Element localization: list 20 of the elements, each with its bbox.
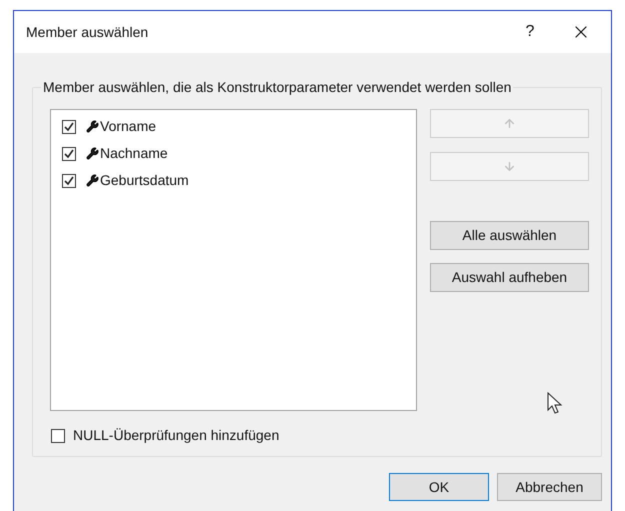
member-name[interactable]: Vorname [100,116,156,137]
checkbox[interactable] [51,428,65,442]
arrow-down-icon [503,160,516,173]
pointer-icon [547,392,563,416]
checkbox[interactable] [62,146,76,160]
checkbox[interactable] [62,174,76,188]
action-button[interactable]: Auswahl aufheben [430,263,589,292]
wrench-icon [86,120,99,133]
action-button[interactable]: Alle auswählen [430,221,589,250]
wrench-icon [86,147,99,160]
ok-button[interactable]: OK [389,473,489,501]
cancel-button[interactable]: Abbrechen [497,473,602,501]
arrow-up-icon [503,117,516,130]
wrench-icon [86,174,99,187]
member-name[interactable]: Nachname [100,143,168,164]
help-button[interactable]: ? [515,20,545,44]
checkbox-label[interactable]: NULL-Überprüfungen hinzufügen [73,425,280,446]
member-name[interactable]: Geburtsdatum [100,170,189,191]
checkbox[interactable] [62,120,76,134]
window-title: Member auswählen [26,22,150,42]
